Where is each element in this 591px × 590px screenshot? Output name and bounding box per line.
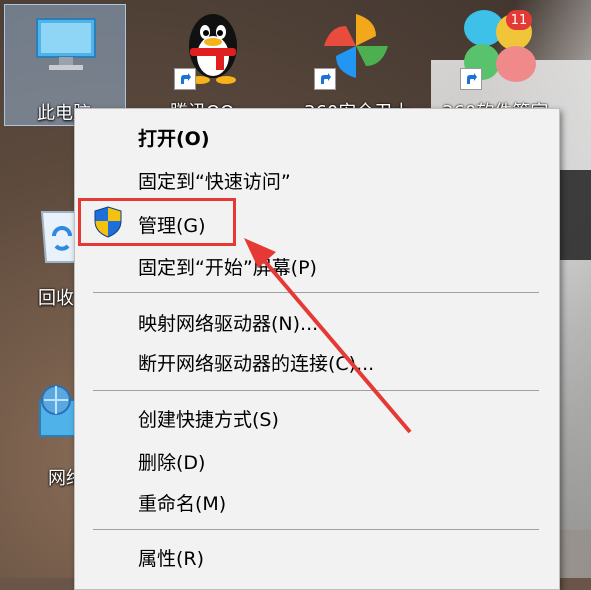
menu-item-pin-start[interactable]: 固定到“开始”屏幕(P) xyxy=(75,246,559,286)
menu-item-create-shortcut[interactable]: 创建快捷方式(S) xyxy=(75,398,559,438)
menu-item-manage[interactable]: 管理(G) xyxy=(75,204,559,244)
menu-separator xyxy=(93,529,539,530)
desktop-icon-qq[interactable]: 腾讯QQ xyxy=(150,4,270,124)
menu-item-map-network-drive[interactable]: 映射网络驱动器(N)... xyxy=(75,302,559,342)
menu-item-pin-quick-access[interactable]: 固定到“快速访问” xyxy=(75,160,559,200)
shortcut-arrow-icon xyxy=(314,68,336,90)
menu-item-properties[interactable]: 属性(R) xyxy=(75,537,559,577)
desktop-icon-360[interactable]: 360安全卫士 xyxy=(294,4,414,124)
shortcut-arrow-icon xyxy=(460,68,482,90)
menu-separator xyxy=(93,390,539,391)
menu-item-delete[interactable]: 删除(D) xyxy=(75,441,559,481)
uac-shield-icon xyxy=(94,206,122,238)
desktop-icon-software-manager[interactable]: 11 360软件管家 xyxy=(436,4,556,124)
menu-item-rename[interactable]: 重命名(M) xyxy=(75,482,559,522)
context-menu: 打开(O) 固定到“快速访问” 管理(G) 固定到“开始”屏幕(P) 映射网络驱… xyxy=(74,108,560,590)
menu-separator xyxy=(93,292,539,293)
menu-item-disconnect-network-drive[interactable]: 断开网络驱动器的连接(C)... xyxy=(75,342,559,382)
computer-icon xyxy=(36,18,96,70)
shortcut-arrow-icon xyxy=(174,68,196,90)
notification-badge: 11 xyxy=(506,10,532,30)
menu-item-open[interactable]: 打开(O) xyxy=(75,117,559,157)
